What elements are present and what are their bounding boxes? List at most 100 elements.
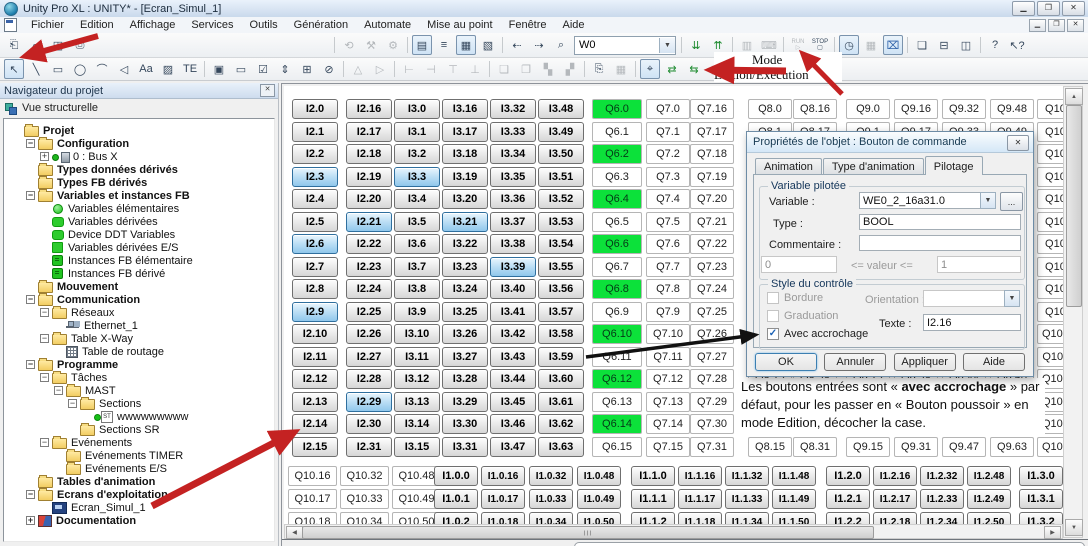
io-button-I1.1.50[interactable]: I1.1.50 <box>772 512 816 524</box>
tree-item-wwwwwwwww[interactable]: wwwwwwwww <box>4 410 274 423</box>
io-button-I3.24[interactable]: I3.24 <box>442 279 488 299</box>
rect-tool[interactable]: ▭ <box>48 59 68 79</box>
expander-icon[interactable]: − <box>26 295 35 304</box>
tree-item-communication[interactable]: −Communication <box>4 293 274 306</box>
io-button-I1.1.33[interactable]: I1.1.33 <box>725 489 769 509</box>
io-button-I3.47[interactable]: I3.47 <box>490 437 536 457</box>
io-button-I3.62[interactable]: I3.62 <box>538 414 584 434</box>
help-icon[interactable]: ? <box>985 35 1005 55</box>
dialog-close-icon[interactable]: ✕ <box>1007 135 1029 151</box>
tree-item-t-ches[interactable]: −Tâches <box>4 371 274 384</box>
io-button-I3.4[interactable]: I3.4 <box>394 189 440 209</box>
io-button-I2.21[interactable]: I2.21 <box>346 212 392 232</box>
search-next-icon[interactable]: ⇢ <box>529 35 549 55</box>
io-button-I1.2.2[interactable]: I1.2.2 <box>826 512 870 524</box>
io-button-I2.20[interactable]: I2.20 <box>346 189 392 209</box>
io-button-I3.52[interactable]: I3.52 <box>538 189 584 209</box>
scroll-left-icon[interactable]: ◀ <box>286 526 303 539</box>
io-button-I1.2.48[interactable]: I1.2.48 <box>967 466 1011 486</box>
expander-icon[interactable]: − <box>26 191 35 200</box>
io-button-I3.18[interactable]: I3.18 <box>442 144 488 164</box>
expander-icon[interactable]: − <box>40 334 49 343</box>
tile-horizontal-icon[interactable]: ⊟ <box>934 35 954 55</box>
io-button-I1.2.33[interactable]: I1.2.33 <box>920 489 964 509</box>
io-button-I1.0.32[interactable]: I1.0.32 <box>529 466 573 486</box>
io-button-I3.23[interactable]: I3.23 <box>442 257 488 277</box>
io-button-I3.25[interactable]: I3.25 <box>442 302 488 322</box>
io-button-I2.15[interactable]: I2.15 <box>292 437 338 457</box>
tree-item-ecrans-d-exploitation[interactable]: −Ecrans d'exploitation <box>4 488 274 501</box>
tree-item-projet[interactable]: Projet <box>4 124 274 137</box>
io-button-I3.28[interactable]: I3.28 <box>442 369 488 389</box>
io-button-I3.21[interactable]: I3.21 <box>442 212 488 232</box>
io-button-I3.59[interactable]: I3.59 <box>538 347 584 367</box>
io-button-I1.1.32[interactable]: I1.1.32 <box>725 466 769 486</box>
menu-outils[interactable]: Outils <box>242 18 286 32</box>
field-control[interactable]: ▭ <box>231 59 251 79</box>
checkbox-control[interactable]: ☑ <box>253 59 273 79</box>
io-button-I1.1.0[interactable]: I1.1.0 <box>631 466 675 486</box>
menu-affichage[interactable]: Affichage <box>122 18 184 32</box>
io-button-I2.14[interactable]: I2.14 <box>292 414 338 434</box>
io-button-I1.2.16[interactable]: I1.2.16 <box>873 466 917 486</box>
scroll-up-icon[interactable]: ▲ <box>1065 88 1083 105</box>
io-button-I1.0.48[interactable]: I1.0.48 <box>577 466 621 486</box>
io-button-I3.43[interactable]: I3.43 <box>490 347 536 367</box>
io-button-I3.61[interactable]: I3.61 <box>538 392 584 412</box>
io-button-I1.0.2[interactable]: I1.0.2 <box>434 512 478 524</box>
io-button-I3.29[interactable]: I3.29 <box>442 392 488 412</box>
io-button-I1.0.49[interactable]: I1.0.49 <box>577 489 621 509</box>
io-button-I1.1.17[interactable]: I1.1.17 <box>678 489 722 509</box>
navigator-close-icon[interactable]: ✕ <box>260 84 275 97</box>
io-button-I3.33[interactable]: I3.33 <box>490 122 536 142</box>
tree-item-sections[interactable]: −Sections <box>4 397 274 410</box>
expander-icon[interactable]: − <box>40 308 49 317</box>
variable-combo[interactable]: WE0_2_16a31.0 <box>859 192 981 209</box>
tab-type-animation[interactable]: Type d'animation <box>823 158 924 175</box>
io-button-I1.2.49[interactable]: I1.2.49 <box>967 489 1011 509</box>
io-button-I3.5[interactable]: I3.5 <box>394 212 440 232</box>
cascade-windows-icon[interactable]: ❏ <box>912 35 932 55</box>
io-button-I3.46[interactable]: I3.46 <box>490 414 536 434</box>
tree-item-device-ddt-variables[interactable]: Device DDT Variables <box>4 228 274 241</box>
io-button-I1.0.50[interactable]: I1.0.50 <box>577 512 621 524</box>
io-button-I2.28[interactable]: I2.28 <box>346 369 392 389</box>
io-button-I2.22[interactable]: I2.22 <box>346 234 392 254</box>
pc-to-plc-icon[interactable]: ⇊ <box>686 35 706 55</box>
expander-icon[interactable]: − <box>26 490 35 499</box>
io-button-I3.37[interactable]: I3.37 <box>490 212 536 232</box>
reorder-icon[interactable]: ⇄ <box>662 59 682 79</box>
io-button-I1.2.0[interactable]: I1.2.0 <box>826 466 870 486</box>
io-button-I1.1.48[interactable]: I1.1.48 <box>772 466 816 486</box>
io-button-I3.16[interactable]: I3.16 <box>442 99 488 119</box>
menu-edition[interactable]: Edition <box>72 18 122 32</box>
tree-item-instances-fb-d-riv[interactable]: Instances FB dérivé <box>4 267 274 280</box>
close-button[interactable]: ✕ <box>1062 1 1085 16</box>
expander-icon[interactable]: − <box>40 438 49 447</box>
vertical-scroll-thumb[interactable] <box>1066 105 1082 307</box>
address-combo[interactable]: W0▼ <box>574 36 676 55</box>
scroll-right-icon[interactable]: ▶ <box>1044 526 1061 539</box>
text-tool[interactable]: Aa <box>136 59 156 79</box>
io-button-I3.41[interactable]: I3.41 <box>490 302 536 322</box>
io-button-I3.11[interactable]: I3.11 <box>394 347 440 367</box>
context-help-icon[interactable]: ↖? <box>1007 35 1027 55</box>
expander-icon[interactable]: + <box>40 152 49 161</box>
io-button-I1.0.1[interactable]: I1.0.1 <box>434 489 478 509</box>
reassign-icon[interactable]: ⇆ <box>684 59 704 79</box>
io-button-I3.56[interactable]: I3.56 <box>538 279 584 299</box>
scroll-down-icon[interactable]: ▼ <box>1065 519 1083 536</box>
io-button-I1.3.0[interactable]: I1.3.0 <box>1019 466 1063 486</box>
io-button-I2.10[interactable]: I2.10 <box>292 324 338 344</box>
tab-pilotage[interactable]: Pilotage <box>925 156 983 175</box>
io-button-I1.0.16[interactable]: I1.0.16 <box>481 466 525 486</box>
tree-item-documentation[interactable]: +Documentation <box>4 514 274 527</box>
menu-automate[interactable]: Automate <box>356 18 419 32</box>
tree-item-variables-et-instances-fb[interactable]: −Variables et instances FB <box>4 189 274 202</box>
latch-checkbox[interactable]: ✓ <box>767 328 779 340</box>
io-button-I1.1.2[interactable]: I1.1.2 <box>631 512 675 524</box>
io-button-I3.17[interactable]: I3.17 <box>442 122 488 142</box>
io-button-I3.45[interactable]: I3.45 <box>490 392 536 412</box>
expander-icon[interactable]: − <box>26 139 35 148</box>
io-button-I3.54[interactable]: I3.54 <box>538 234 584 254</box>
